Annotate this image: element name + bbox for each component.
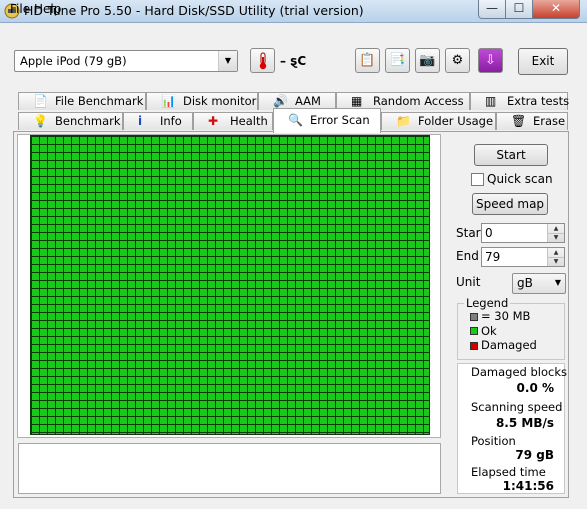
position-label: Position xyxy=(471,434,516,448)
copy-all-icon[interactable]: 📑 xyxy=(385,48,410,73)
menu-file[interactable]: File xyxy=(10,2,30,16)
temperature-readout: – ȿC xyxy=(280,54,307,68)
window-title: HD Tune Pro 5.50 - Hard Disk/SSD Utility… xyxy=(24,3,364,18)
scanning-speed-value: 8.5 MB/s xyxy=(495,416,554,430)
copy-text-icon[interactable]: 📋 xyxy=(355,48,380,73)
file-benchmark-icon: 📄 xyxy=(33,94,48,108)
scan-log-box xyxy=(18,443,441,494)
download-arrow-icon[interactable]: ⇩ xyxy=(478,48,503,73)
camera-icon[interactable]: 📷 xyxy=(415,48,440,73)
tab-benchmark[interactable]: 💡 Benchmark xyxy=(18,112,123,130)
folder-icon: 📁 xyxy=(396,114,411,128)
lightbulb-icon: 💡 xyxy=(33,114,48,128)
legend-swatch-damaged xyxy=(470,342,478,350)
tab-extra-tests[interactable]: ▥ Extra tests xyxy=(470,92,569,110)
speed-map-button[interactable]: Speed map xyxy=(472,193,548,215)
health-cross-icon: ✚ xyxy=(208,114,219,128)
info-icon: i xyxy=(138,114,143,128)
start-button[interactable]: Start xyxy=(474,144,548,166)
tab-erase[interactable]: 🗑 Erase xyxy=(496,112,568,130)
legend-ok: Ok xyxy=(481,324,497,338)
quick-scan-checkbox[interactable] xyxy=(471,173,484,186)
quick-scan-label[interactable]: Quick scan xyxy=(487,172,553,186)
position-value: 79 gB xyxy=(515,448,554,462)
tab-health[interactable]: ✚ Health xyxy=(193,112,273,130)
chevron-down-icon: ▼ xyxy=(554,278,561,287)
end-value: 79 xyxy=(485,250,501,264)
legend-title: Legend xyxy=(464,296,511,310)
menu-bar xyxy=(0,23,587,43)
legend-block-size: = 30 MB xyxy=(481,309,531,323)
damaged-blocks-label: Damaged blocks xyxy=(471,365,567,379)
exit-button[interactable]: Exit xyxy=(518,48,568,75)
tab-info[interactable]: i Info xyxy=(123,112,193,130)
end-spinbox[interactable]: 79 ▲ ▼ xyxy=(481,247,565,267)
tab-disk-monitor[interactable]: 📊 Disk monitor xyxy=(146,92,258,110)
end-field-label: End xyxy=(456,249,479,263)
elapsed-time-value: 1:41:56 xyxy=(502,479,554,493)
tab-folder-usage[interactable]: 📁 Folder Usage xyxy=(381,112,496,130)
extra-tests-icon: ▥ xyxy=(485,94,497,108)
scan-block-grid xyxy=(30,135,430,435)
minimize-button[interactable]: — xyxy=(478,0,506,19)
tab-file-benchmark[interactable]: 📄 File Benchmark xyxy=(18,92,146,110)
elapsed-time-label: Elapsed time xyxy=(471,465,546,479)
start-value: 0 xyxy=(485,226,493,240)
speaker-icon: 🔊 xyxy=(273,94,288,108)
legend-damaged: Damaged xyxy=(481,338,537,352)
start-spinbox[interactable]: 0 ▲ ▼ xyxy=(481,223,565,243)
spin-down-icon[interactable]: ▼ xyxy=(548,257,564,266)
trash-icon: 🗑 xyxy=(511,114,527,128)
unit-select-value: gB xyxy=(517,276,533,290)
random-access-icon: ▦ xyxy=(351,94,363,108)
unit-label: Unit xyxy=(456,275,481,289)
legend-swatch-block-size xyxy=(470,313,478,321)
legend-swatch-ok xyxy=(470,327,478,335)
spin-down-icon[interactable]: ▼ xyxy=(548,233,564,242)
unit-select[interactable]: gB ▼ xyxy=(512,273,566,294)
disk-monitor-icon: 📊 xyxy=(161,94,176,108)
scanning-speed-label: Scanning speed xyxy=(471,400,563,414)
magnifier-icon: 🔍 xyxy=(288,113,303,127)
drive-select-value: Apple iPod (79 gB) xyxy=(20,54,127,68)
tab-error-scan[interactable]: 🔍 Error Scan xyxy=(273,108,381,133)
maximize-button[interactable]: ☐ xyxy=(505,0,533,19)
drive-select[interactable]: Apple iPod (79 gB) ▼ xyxy=(14,50,238,72)
options-icon[interactable]: ⚙ xyxy=(445,48,470,73)
close-button[interactable]: ✕ xyxy=(532,0,580,19)
damaged-blocks-value: 0.0 % xyxy=(516,381,554,395)
thermometer-icon[interactable] xyxy=(250,48,275,73)
chevron-down-icon: ▼ xyxy=(218,51,237,71)
menu-help[interactable]: Help xyxy=(34,2,61,16)
